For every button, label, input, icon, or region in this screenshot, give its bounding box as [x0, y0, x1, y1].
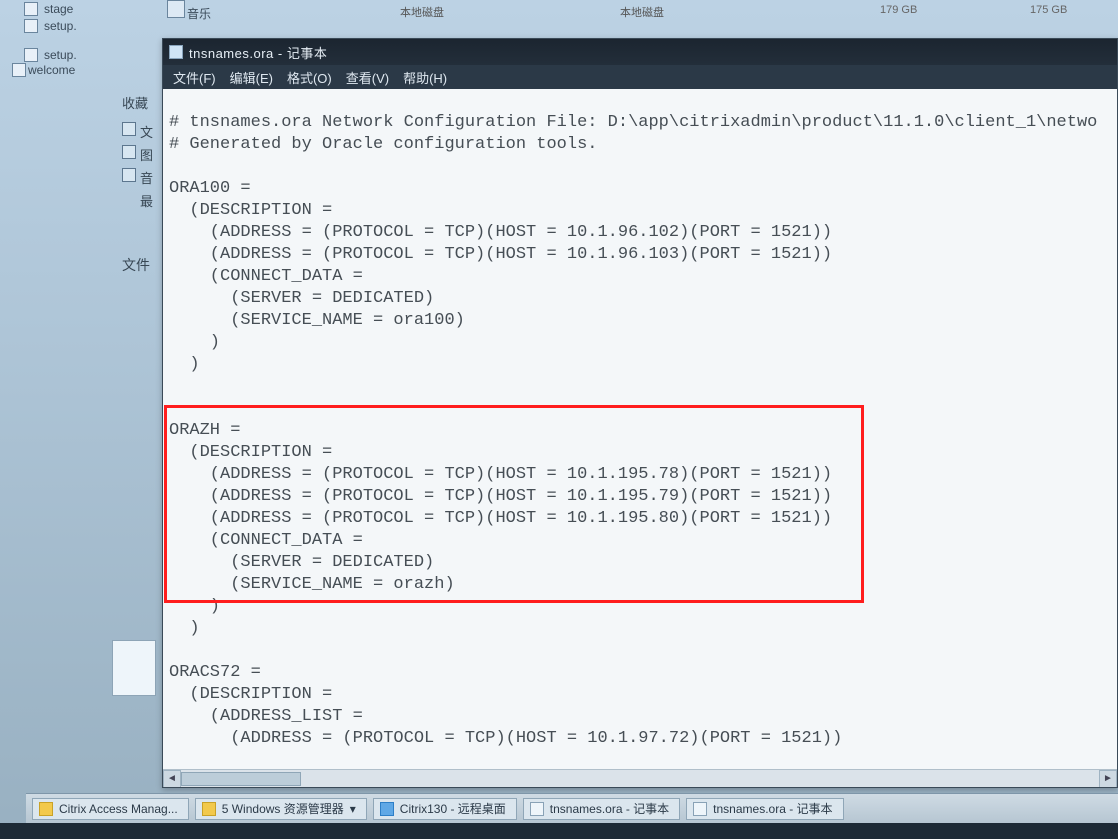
sidebar-music[interactable]: 音	[140, 168, 153, 187]
horizontal-scrollbar[interactable]: ◄ ►	[163, 769, 1117, 787]
remote-desktop-icon	[380, 802, 394, 816]
titlebar[interactable]: tnsnames.ora - 记事本	[163, 39, 1117, 65]
disk-size-179: 179 GB	[880, 4, 917, 16]
taskbar-item-notepad-2[interactable]: tnsnames.ora - 记事本	[686, 798, 843, 820]
document-icon	[122, 122, 136, 136]
taskbar-label: 5 Windows 资源管理器	[222, 800, 344, 817]
start-bar-stub	[0, 823, 1118, 839]
explorer-item-music[interactable]: 音乐	[187, 5, 211, 22]
sidebar-documents[interactable]: 文	[140, 122, 153, 141]
editor-textarea[interactable]: # tnsnames.ora Network Configuration Fil…	[163, 106, 1117, 752]
taskbar: Citrix Access Manag... 5 Windows 资源管理器 ▾…	[26, 793, 1118, 823]
explorer-item-localdisk2[interactable]: 本地磁盘	[620, 4, 664, 20]
taskbar-item-explorer-group[interactable]: 5 Windows 资源管理器 ▾	[195, 798, 367, 820]
scroll-right-arrow-icon[interactable]: ►	[1099, 770, 1117, 787]
app-icon	[39, 802, 53, 816]
sidebar-favorites[interactable]: 收藏	[122, 93, 148, 112]
disk-size-175: 175 GB	[1030, 4, 1067, 16]
menu-view[interactable]: 查看(V)	[346, 68, 389, 87]
menu-format[interactable]: 格式(O)	[287, 68, 332, 87]
scroll-thumb[interactable]	[181, 772, 301, 786]
taskbar-label: Citrix Access Manag...	[59, 802, 178, 816]
sidebar-files[interactable]: 文件	[122, 255, 150, 275]
menu-help[interactable]: 帮助(H)	[403, 68, 447, 87]
menu-edit[interactable]: 编辑(E)	[230, 68, 273, 87]
file-icon	[24, 48, 38, 62]
notepad-icon	[693, 802, 707, 816]
taskbar-label: Citrix130 - 远程桌面	[400, 800, 506, 817]
window-title: tnsnames.ora - 记事本	[189, 43, 327, 62]
notepad-window: tnsnames.ora - 记事本 文件(F) 编辑(E) 格式(O) 查看(…	[162, 38, 1118, 788]
screen: stage setup. setup. welcome 音乐 本地磁盘 本地磁盘…	[0, 0, 1118, 839]
notepad-icon	[530, 802, 544, 816]
scroll-left-arrow-icon[interactable]: ◄	[163, 770, 181, 787]
sidebar-recent[interactable]: 最	[140, 191, 153, 210]
file-icon	[24, 19, 38, 33]
explorer-item-localdisk[interactable]: 本地磁盘	[400, 4, 444, 20]
taskbar-item-citrix-access[interactable]: Citrix Access Manag...	[32, 798, 189, 820]
chevron-down-icon: ▾	[350, 802, 356, 816]
file-icon	[24, 2, 38, 16]
notepad-icon	[169, 45, 183, 59]
taskbar-label: tnsnames.ora - 记事本	[550, 800, 669, 817]
folder-icon	[167, 0, 185, 18]
taskbar-label: tnsnames.ora - 记事本	[713, 800, 832, 817]
picture-icon	[122, 145, 136, 159]
taskbar-item-remote-desktop[interactable]: Citrix130 - 远程桌面	[373, 798, 517, 820]
music-icon	[122, 168, 136, 182]
editor-wrap: # tnsnames.ora Network Configuration Fil…	[163, 89, 1117, 787]
disk-thumbnail-icon[interactable]	[112, 640, 156, 696]
folder-icon	[202, 802, 216, 816]
taskbar-item-notepad-1[interactable]: tnsnames.ora - 记事本	[523, 798, 680, 820]
file-icon	[12, 63, 26, 77]
desktop-file-setup2[interactable]: setup.	[44, 48, 77, 62]
menu-file[interactable]: 文件(F)	[173, 68, 216, 87]
desktop-file-welcome[interactable]: welcome	[28, 63, 75, 77]
desktop-file-setup[interactable]: setup.	[44, 19, 77, 33]
sidebar-pictures[interactable]: 图	[140, 145, 153, 164]
menubar: 文件(F) 编辑(E) 格式(O) 查看(V) 帮助(H)	[163, 65, 1117, 89]
desktop-file-stage[interactable]: stage	[44, 2, 73, 16]
